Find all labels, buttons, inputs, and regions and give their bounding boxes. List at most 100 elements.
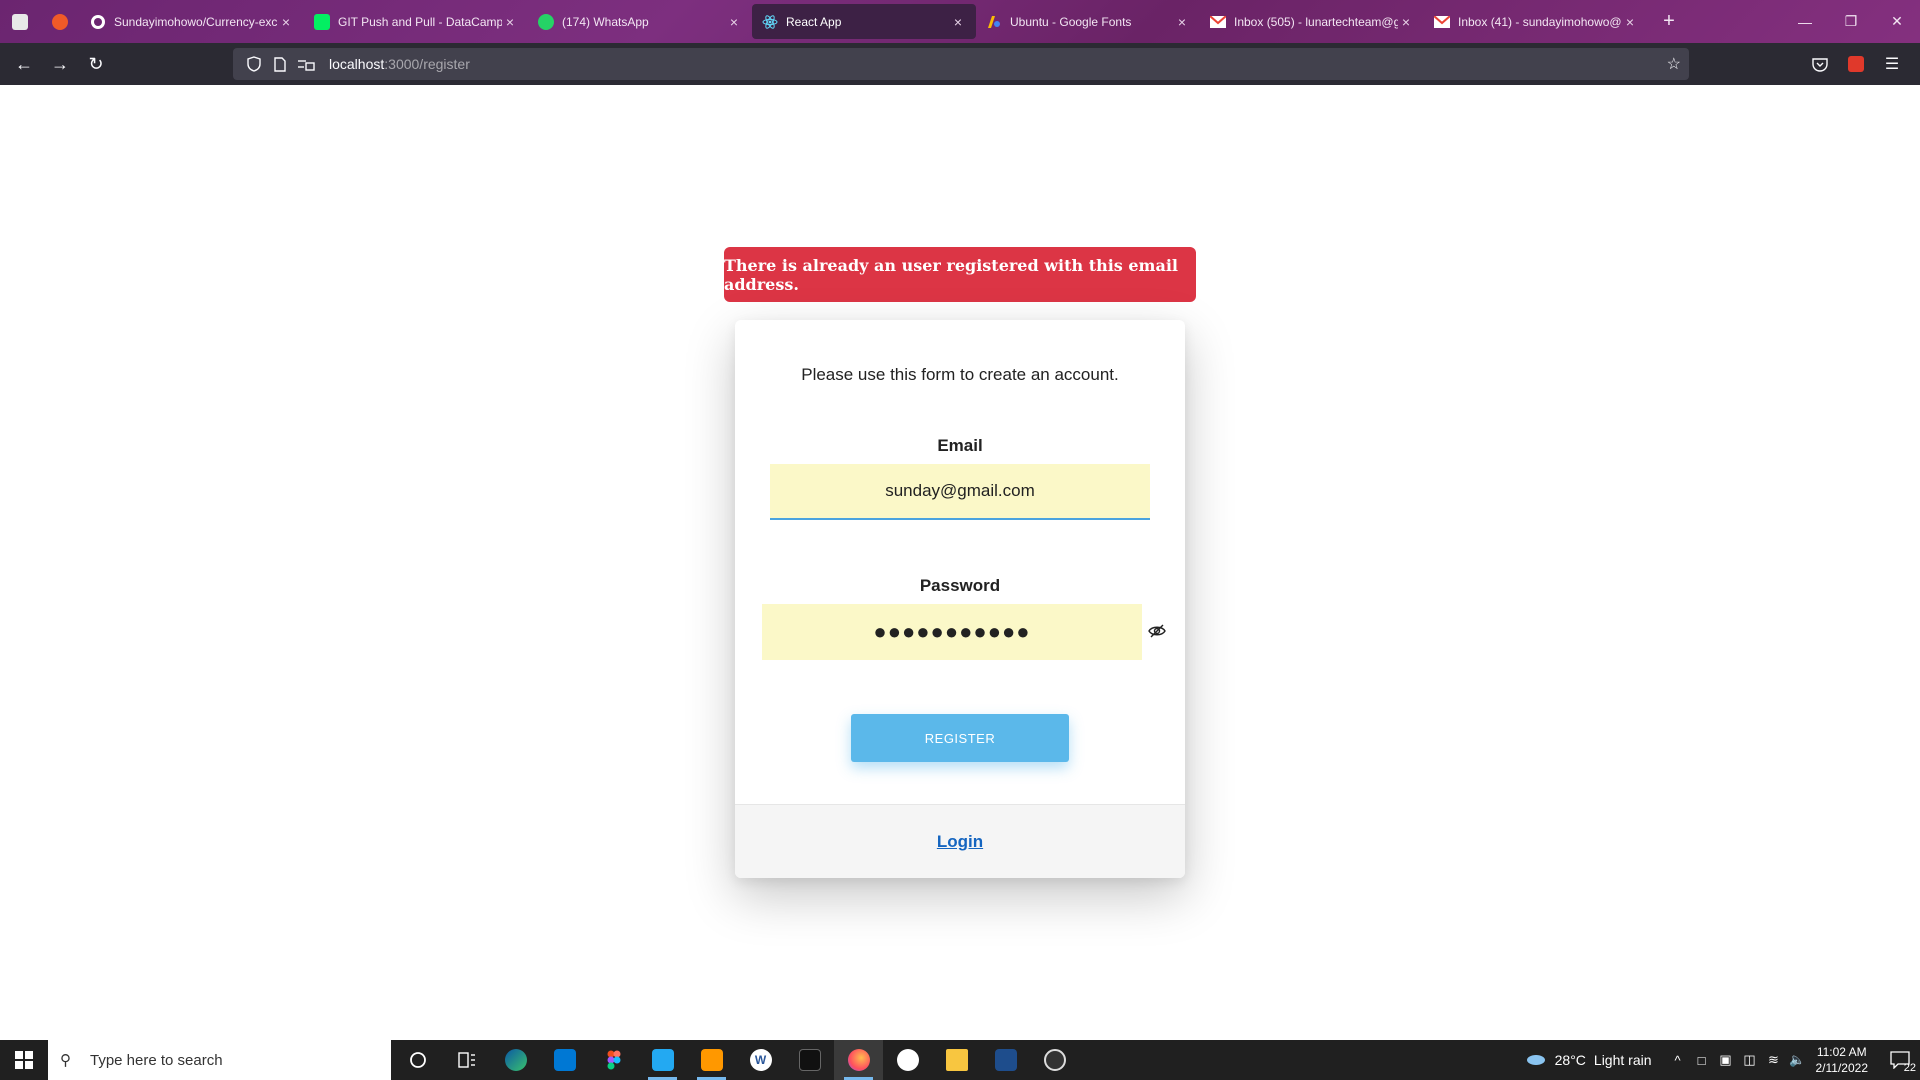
close-icon[interactable]: × [278,14,294,30]
whatsapp-icon [538,13,554,30]
tab-strip: Sundayimohowo/Currency-exc × GIT Push an… [0,0,1920,43]
tab-title: React App [786,14,842,29]
clock-time: 11:02 AM [1816,1045,1867,1059]
error-alert: There is already an user registered with… [724,247,1196,302]
password-field[interactable] [762,604,1142,660]
chevron-up-icon[interactable]: ^ [1667,1053,1689,1068]
url-host: localhost [329,56,385,72]
register-button[interactable]: REGISTER [851,714,1069,762]
tab-react-app[interactable]: React App × [752,4,976,39]
system-tray: 28°C Light rain ^ □ ▣ ◫ ≋ 🔈 11:02 AM 2/1… [1525,1040,1920,1080]
cloud-rain-icon [1526,1055,1545,1065]
url-text[interactable]: localhost:3000/register [329,56,470,72]
reload-icon[interactable]: ↻ [78,48,114,80]
battery-icon[interactable]: ◫ [1739,1052,1761,1068]
tab-datacamp[interactable]: GIT Push and Pull - DataCamp × [304,4,528,39]
clock-date: 2/11/2022 [1815,1061,1869,1075]
notification-center-icon[interactable]: 22 [1880,1040,1920,1080]
card-footer: Login [735,804,1185,878]
screen-icon[interactable]: ▣ [1715,1052,1737,1068]
shield-icon[interactable] [243,54,265,74]
task-view-icon[interactable] [442,1040,491,1080]
password-label: Password [919,576,1001,595]
taskbar-search[interactable]: ⚲ Type here to search [48,1040,391,1080]
gmail-icon [1434,14,1450,30]
window-controls: — ❐ ✕ [1782,0,1920,43]
extension-icon[interactable] [1838,48,1874,80]
close-icon[interactable]: × [1174,14,1190,30]
taskbar-apps: W [393,1040,1079,1080]
windows-taskbar: ⚲ Type here to search W 28°C Light rain … [0,1040,1920,1080]
restore-icon[interactable]: ❐ [1828,0,1874,43]
pinned-tab-2[interactable] [40,0,80,43]
notification-count: 22 [1903,1062,1916,1074]
firefox-icon[interactable] [834,1040,883,1080]
weather-temp: 28°C [1554,1052,1586,1068]
toolbar-right: ☰ [1802,48,1910,80]
sublime-text-icon[interactable] [687,1040,736,1080]
tab-gmail-2[interactable]: Inbox (41) - sundayimohowo@ × [1424,4,1648,39]
meet-now-icon[interactable]: □ [1691,1053,1713,1068]
snipping-tool-icon[interactable] [981,1040,1030,1080]
navigation-toolbar: ← → ↻ localhost:3000/register ☆ ☰ [0,43,1920,85]
close-icon[interactable]: × [726,14,742,30]
windows-logo-icon [15,1051,33,1069]
minimize-icon[interactable]: — [1782,0,1828,43]
mail-icon[interactable] [540,1040,589,1080]
tab-google-fonts[interactable]: Ubuntu - Google Fonts × [976,4,1200,39]
pocket-icon[interactable] [1802,48,1838,80]
address-bar[interactable]: localhost:3000/register ☆ [233,48,1689,80]
word-icon[interactable]: W [736,1040,785,1080]
search-icon: ⚲ [60,1052,71,1069]
tab-title: Inbox (41) - sundayimohowo@ [1458,14,1622,29]
github-icon [90,14,106,30]
search-placeholder: Type here to search [90,1051,223,1069]
edge-icon[interactable] [491,1040,540,1080]
pinned-app-icon [52,13,68,30]
form-intro-text: Please use this form to create an accoun… [801,365,1119,384]
close-icon[interactable]: × [1622,14,1638,30]
new-tab-button[interactable]: + [1652,5,1686,39]
tab-title: GIT Push and Pull - DataCamp [338,14,502,29]
terminal-icon[interactable] [785,1040,834,1080]
close-icon[interactable]: × [502,14,518,30]
tab-title: (174) WhatsApp [562,14,649,29]
clock[interactable]: 11:02 AM 2/11/2022 [1816,1044,1869,1076]
register-card: Please use this form to create an accoun… [735,320,1185,878]
pinned-app-icon [12,13,28,30]
permissions-icon[interactable] [295,54,317,74]
pinned-tab-1[interactable] [0,0,40,43]
page-icon[interactable] [269,54,291,74]
tab-title: Ubuntu - Google Fonts [1010,14,1132,29]
tab-gmail-1[interactable]: Inbox (505) - lunartechteam@g × [1200,4,1424,39]
wifi-icon[interactable]: ≋ [1763,1052,1785,1068]
email-label: Email [937,436,983,455]
forward-icon[interactable]: → [42,48,78,80]
back-icon[interactable]: ← [6,48,42,80]
weather-desc: Light rain [1593,1052,1652,1068]
url-path: :3000/register [384,56,470,72]
file-explorer-icon[interactable] [932,1040,981,1080]
tab-github[interactable]: Sundayimohowo/Currency-exc × [80,4,304,39]
login-link[interactable]: Login [937,832,983,852]
tab-whatsapp[interactable]: (174) WhatsApp × [528,4,752,39]
bookmark-star-icon[interactable]: ☆ [1667,54,1681,74]
slack-icon[interactable] [883,1040,932,1080]
tab-title: Sundayimohowo/Currency-exc [114,14,278,29]
gmail-icon [1210,14,1226,30]
obs-icon[interactable] [1030,1040,1079,1080]
volume-icon[interactable]: 🔈 [1787,1052,1809,1068]
start-button[interactable] [0,1040,48,1080]
figma-icon[interactable] [589,1040,638,1080]
close-icon[interactable]: × [1398,14,1414,30]
vscode-icon[interactable] [638,1040,687,1080]
weather-widget[interactable]: 28°C Light rain [1525,1052,1652,1068]
close-icon[interactable]: × [950,14,966,30]
cortana-icon[interactable] [393,1040,442,1080]
email-field[interactable] [770,464,1150,520]
menu-icon[interactable]: ☰ [1874,48,1910,80]
hide-password-icon[interactable] [1147,621,1167,641]
google-fonts-icon [986,14,1002,30]
tab-title: Inbox (505) - lunartechteam@g [1234,14,1398,29]
close-window-icon[interactable]: ✕ [1874,0,1920,43]
